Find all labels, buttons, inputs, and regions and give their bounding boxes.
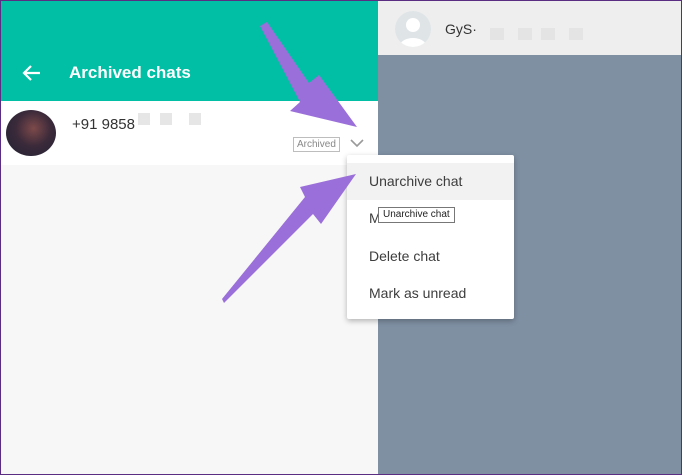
redaction-block <box>160 113 172 125</box>
chat-name: +91 9858 <box>72 116 135 133</box>
redaction-block <box>541 28 555 40</box>
menu-item-label: Delete chat <box>369 248 440 264</box>
panel-title: Archived chats <box>69 63 191 82</box>
archived-badge: Archived <box>293 137 340 152</box>
redaction-block <box>569 28 583 40</box>
chat-list-item[interactable] <box>0 101 378 165</box>
redaction-block <box>189 113 201 125</box>
menu-item-mark-as-unread[interactable]: Mark as unread <box>347 275 514 312</box>
contact-avatar-placeholder[interactable] <box>395 11 431 47</box>
menu-item-label: Unarchive chat <box>369 173 463 189</box>
menu-item-delete-chat[interactable]: Delete chat <box>347 238 514 275</box>
menu-item-label: Mark as unread <box>369 285 467 301</box>
redaction-block <box>490 28 504 40</box>
contact-name: GyS· <box>445 21 477 37</box>
back-arrow-icon[interactable] <box>22 63 42 83</box>
tooltip: Unarchive chat <box>378 207 455 223</box>
redaction-block <box>518 28 532 40</box>
panel-header <box>0 0 378 101</box>
chat-context-menu: Unarchive chat M Delete chat Mark as unr… <box>347 155 514 319</box>
contact-avatar <box>6 110 56 156</box>
menu-item-unarchive-chat[interactable]: Unarchive chat <box>347 163 514 200</box>
archived-chats-panel: Archived chats +91 9858 Archived <box>0 0 378 475</box>
redaction-block <box>138 113 150 125</box>
chevron-down-icon[interactable] <box>350 138 364 148</box>
person-icon <box>399 18 427 47</box>
